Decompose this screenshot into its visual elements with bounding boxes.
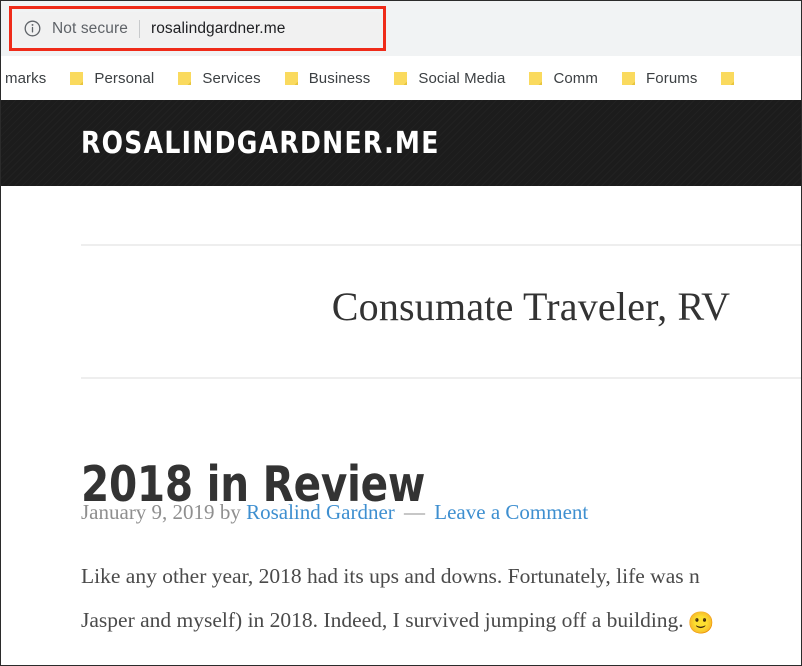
bookmark-label: Personal bbox=[94, 69, 155, 87]
bookmark-label: Social Media bbox=[418, 69, 506, 87]
address-bar[interactable]: Not secure rosalindgardner.me bbox=[14, 12, 382, 45]
folder-icon bbox=[527, 70, 544, 87]
omnibox-row: Not secure rosalindgardner.me bbox=[1, 1, 801, 56]
browser-chrome: Not secure rosalindgardner.me marks Pers… bbox=[1, 1, 801, 100]
bookmark-item-clipped-right[interactable] bbox=[715, 63, 749, 93]
folder-icon bbox=[176, 70, 193, 87]
page-content: Consumate Traveler, RV 2018 in Review Ja… bbox=[1, 186, 801, 665]
post-author-link[interactable]: Rosalind Gardner bbox=[246, 500, 395, 524]
folder-icon bbox=[68, 70, 85, 87]
divider-middle bbox=[81, 377, 801, 379]
bookmark-item-social-media[interactable]: Social Media bbox=[388, 63, 509, 93]
bookmark-label: Services bbox=[202, 69, 261, 87]
bookmark-label: Business bbox=[308, 69, 371, 87]
bookmark-item-services[interactable]: Services bbox=[172, 63, 264, 93]
smiley-emoji-icon: 🙂 bbox=[687, 611, 715, 635]
url-text[interactable]: rosalindgardner.me bbox=[151, 20, 286, 38]
bookmark-label: Forums bbox=[646, 69, 698, 87]
bookmark-item-forums[interactable]: Forums bbox=[616, 63, 701, 93]
folder-icon bbox=[719, 70, 736, 87]
leave-comment-link[interactable]: Leave a Comment bbox=[434, 500, 588, 524]
meta-separator: — bbox=[404, 500, 426, 524]
divider-top bbox=[81, 244, 801, 246]
bookmark-item-marks[interactable]: marks bbox=[1, 63, 50, 93]
post-body: Like any other year, 2018 had its ups an… bbox=[81, 554, 801, 645]
bookmark-item-personal[interactable]: Personal bbox=[64, 63, 158, 93]
bookmarks-bar: marks Personal Services Business Social … bbox=[1, 56, 801, 100]
bookmark-label: Comm bbox=[553, 69, 599, 87]
site-tagline: Consumate Traveler, RV bbox=[331, 284, 731, 329]
omnibox-divider bbox=[138, 19, 140, 38]
post-by-label: by bbox=[219, 500, 241, 524]
folder-icon bbox=[283, 70, 300, 87]
post-body-line-2-text: Jasper and myself) in 2018. Indeed, I su… bbox=[81, 608, 684, 632]
post-body-line-2: Jasper and myself) in 2018. Indeed, I su… bbox=[81, 598, 801, 645]
bookmark-item-comm[interactable]: Comm bbox=[523, 63, 602, 93]
post-meta: January 9, 2019 by Rosalind Gardner — Le… bbox=[81, 500, 588, 525]
post-date: January 9, 2019 bbox=[81, 500, 215, 524]
bookmark-item-business[interactable]: Business bbox=[279, 63, 375, 93]
site-title[interactable]: ROSALINDGARDNER.ME bbox=[81, 126, 440, 161]
folder-icon bbox=[620, 70, 637, 87]
bookmark-label: marks bbox=[5, 69, 47, 87]
folder-icon bbox=[392, 70, 409, 87]
security-status-label: Not secure bbox=[52, 19, 128, 37]
site-header-band: ROSALINDGARDNER.ME bbox=[1, 100, 801, 186]
info-circle-icon[interactable] bbox=[24, 20, 41, 37]
post-body-line-1: Like any other year, 2018 had its ups an… bbox=[81, 564, 700, 588]
browser-screenshot: Not secure rosalindgardner.me marks Pers… bbox=[0, 0, 802, 666]
